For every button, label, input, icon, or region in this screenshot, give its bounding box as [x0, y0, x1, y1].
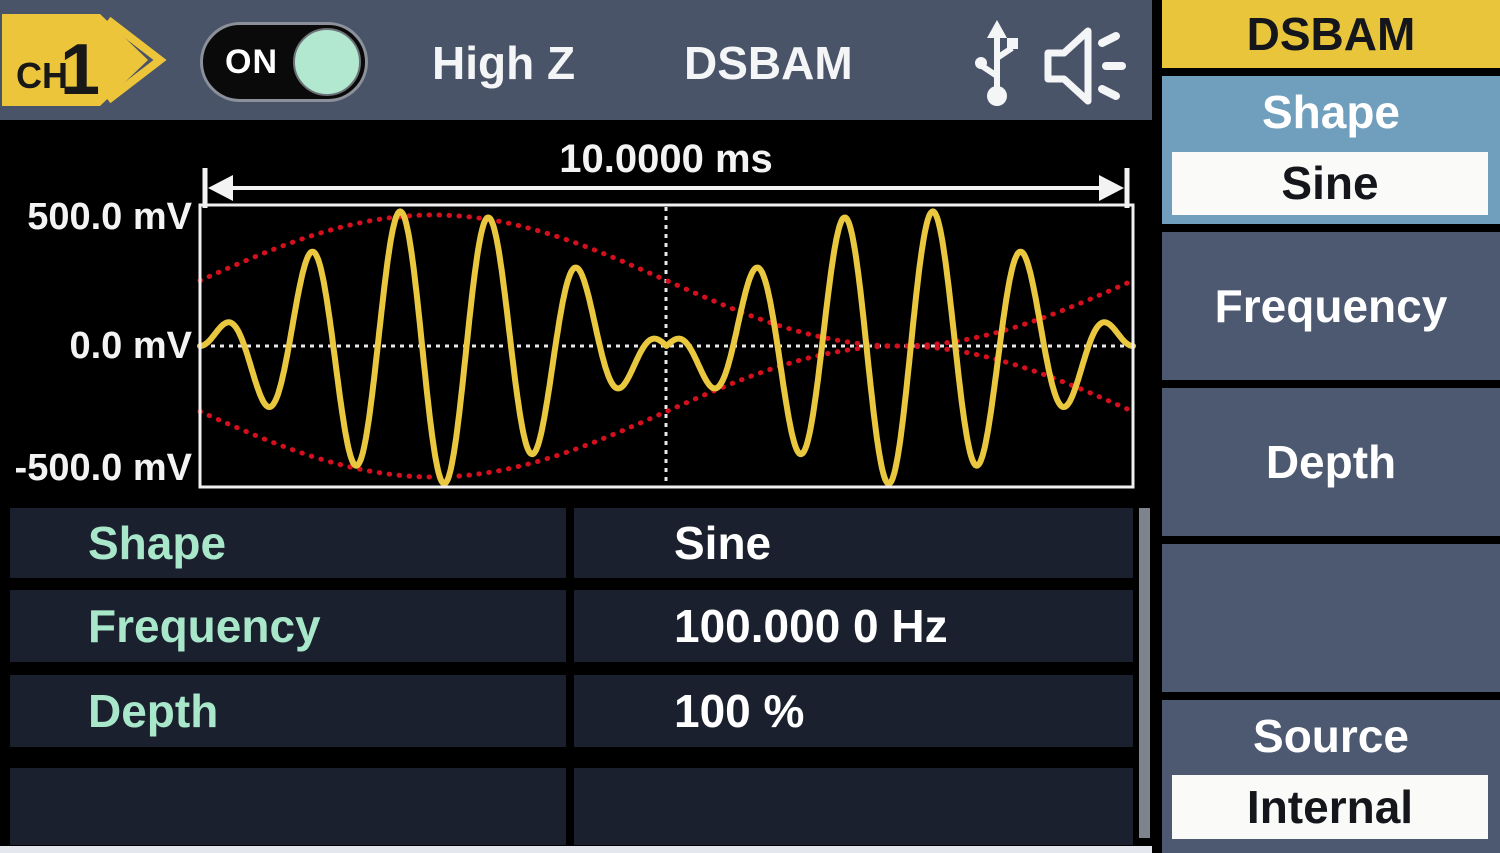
- menu-item-frequency[interactable]: Frequency: [1162, 232, 1500, 380]
- menu-item-source-label: Source: [1162, 700, 1500, 764]
- channel-number: 1: [60, 30, 100, 110]
- menu-item-source-value[interactable]: Internal: [1172, 775, 1488, 839]
- v-label-bottom: -500.0 mV: [15, 447, 193, 489]
- param-value-shape: Sine: [574, 508, 1133, 578]
- toggle-on-label: ON: [225, 25, 278, 99]
- param-value-frequency: 100.000 0 Hz: [574, 590, 1133, 662]
- top-status-bar: CH 1 ON High Z DSBAM: [0, 0, 1152, 120]
- softkey-menu: DSBAM Shape Sine Frequency Depth Source …: [1152, 0, 1500, 853]
- menu-item-shape-value[interactable]: Sine: [1172, 152, 1488, 215]
- param-label-empty: [10, 768, 566, 845]
- param-value-depth: 100 %: [574, 675, 1133, 747]
- menu-item-depth[interactable]: Depth: [1162, 388, 1500, 536]
- mode-label: DSBAM: [684, 36, 853, 90]
- param-label-frequency: Frequency: [10, 590, 566, 662]
- waveform-display: 10.0000 ms 500.0 mV 0.0 mV -500.0 mV: [0, 120, 1152, 500]
- v-label-mid: 0.0 mV: [69, 325, 192, 367]
- impedance-label: High Z: [432, 36, 575, 90]
- toggle-knob[interactable]: [293, 28, 361, 96]
- speaker-icon: [1040, 27, 1126, 107]
- menu-item-source[interactable]: Source Internal: [1162, 700, 1500, 853]
- scrollbar-thumb[interactable]: [1139, 508, 1150, 838]
- output-toggle[interactable]: ON: [200, 22, 368, 102]
- v-label-top: 500.0 mV: [27, 196, 192, 238]
- usb-icon: [973, 20, 1021, 108]
- param-label-shape: Shape: [10, 508, 566, 578]
- param-value-empty: [574, 768, 1133, 845]
- menu-item-blank[interactable]: [1162, 544, 1500, 692]
- menu-title: DSBAM: [1162, 0, 1500, 68]
- menu-item-shape[interactable]: Shape Sine: [1162, 76, 1500, 224]
- param-label-depth: Depth: [10, 675, 566, 747]
- channel-badge[interactable]: CH 1: [2, 8, 202, 113]
- menu-item-shape-label: Shape: [1162, 76, 1500, 140]
- time-span-label: 10.0000 ms: [559, 137, 773, 181]
